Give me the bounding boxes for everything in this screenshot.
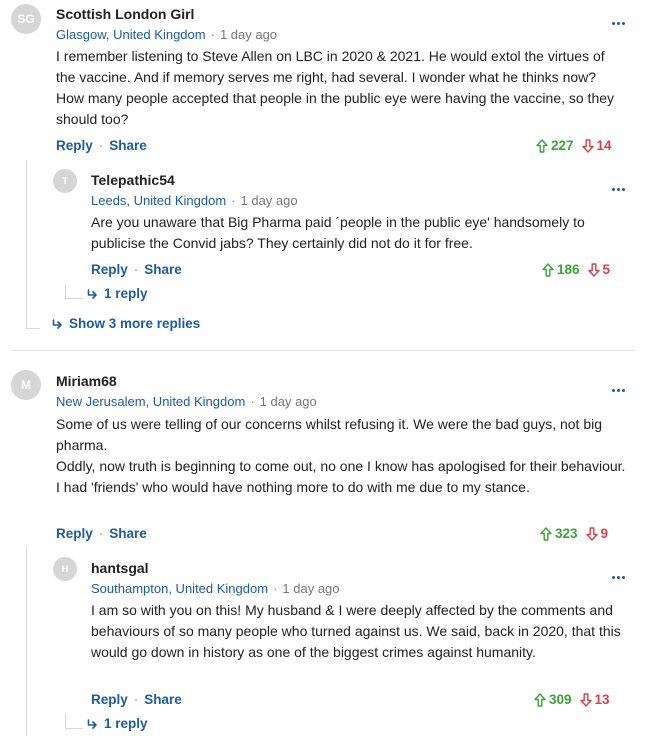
commenter-name[interactable]: Miriam68 bbox=[56, 373, 117, 389]
comment-time: 1 day ago bbox=[240, 193, 298, 208]
share-button[interactable]: Share bbox=[144, 692, 182, 707]
comment-body: I remember listening to Steve Allen on L… bbox=[56, 46, 626, 130]
upvote-count: 323 bbox=[555, 526, 578, 541]
view-replies-label: 1 reply bbox=[104, 716, 148, 731]
comment-body: I am so with you on this! My husband & I… bbox=[91, 600, 636, 663]
comment-paragraph: Oddly, now truth is beginning to come ou… bbox=[56, 458, 626, 495]
comment-body: Some of us were telling of our concerns … bbox=[56, 414, 626, 498]
reply-arrow-icon bbox=[87, 718, 97, 729]
commenter-name[interactable]: Scottish London Girl bbox=[56, 6, 194, 22]
vote-counts: 227 14 bbox=[536, 138, 612, 153]
commenter-location[interactable]: Leeds, United Kingdom bbox=[91, 193, 226, 208]
comment-actions: Reply · Share bbox=[91, 262, 182, 277]
upvote-count: 309 bbox=[549, 692, 572, 707]
more-options-icon[interactable] bbox=[612, 12, 627, 30]
vote-counts: 186 5 bbox=[542, 262, 610, 277]
downvote-count: 13 bbox=[594, 692, 610, 707]
more-options-icon[interactable] bbox=[612, 178, 627, 196]
share-button[interactable]: Share bbox=[144, 262, 182, 277]
arrow-down-icon bbox=[581, 138, 594, 153]
avatar[interactable]: SG bbox=[11, 4, 41, 34]
arrow-down-icon bbox=[587, 262, 600, 277]
vote-counts: 309 13 bbox=[534, 692, 610, 707]
upvote-button[interactable]: 309 bbox=[534, 692, 572, 707]
thread-line bbox=[65, 298, 83, 299]
comment-meta: Glasgow, United Kingdom · 1 day ago bbox=[56, 27, 278, 42]
arrow-down-icon bbox=[585, 526, 598, 541]
view-replies-link[interactable]: 1 reply bbox=[87, 286, 148, 301]
comment-paragraph: I am so with you on this! My husband & I… bbox=[91, 602, 621, 660]
thread-line bbox=[65, 714, 66, 728]
comment-actions: Reply · Share bbox=[56, 526, 147, 541]
commenter-name[interactable]: Telepathic54 bbox=[91, 172, 175, 188]
vote-counts: 323 9 bbox=[540, 526, 608, 541]
arrow-up-icon bbox=[534, 692, 546, 707]
share-button[interactable]: Share bbox=[109, 526, 147, 541]
comment-meta: Southampton, United Kingdom · 1 day ago bbox=[91, 581, 340, 596]
comment-paragraph: I remember listening to Steve Allen on L… bbox=[56, 48, 615, 127]
reply-arrow-icon bbox=[87, 288, 97, 299]
view-replies-link[interactable]: 1 reply bbox=[87, 716, 148, 731]
downvote-count: 9 bbox=[600, 526, 609, 541]
downvote-button[interactable]: 14 bbox=[581, 138, 612, 153]
show-more-replies-link[interactable]: Show 3 more replies bbox=[52, 316, 200, 331]
reply-button[interactable]: Reply bbox=[91, 692, 128, 707]
share-button[interactable]: Share bbox=[109, 138, 147, 153]
more-options-icon[interactable] bbox=[612, 566, 627, 584]
commenter-name[interactable]: hantsgal bbox=[91, 560, 149, 576]
reply-button[interactable]: Reply bbox=[56, 138, 93, 153]
avatar[interactable]: M bbox=[11, 370, 41, 400]
comment-time: 1 day ago bbox=[219, 27, 278, 42]
arrow-up-icon bbox=[542, 262, 554, 277]
thread-line bbox=[26, 548, 27, 736]
commenter-location[interactable]: New Jerusalem, United Kingdom bbox=[56, 394, 245, 409]
comment-meta: Leeds, United Kingdom · 1 day ago bbox=[91, 193, 298, 208]
commenter-location[interactable]: Glasgow, United Kingdom bbox=[56, 27, 206, 42]
arrow-up-icon bbox=[536, 138, 548, 153]
comment-actions: Reply · Share bbox=[91, 692, 182, 707]
upvote-button[interactable]: 227 bbox=[536, 138, 574, 153]
downvote-button[interactable]: 13 bbox=[579, 692, 610, 707]
upvote-count: 186 bbox=[557, 262, 580, 277]
comment-actions: Reply · Share bbox=[56, 138, 147, 153]
avatar[interactable]: T bbox=[53, 169, 77, 193]
upvote-count: 227 bbox=[551, 138, 574, 153]
upvote-button[interactable]: 323 bbox=[540, 526, 578, 541]
comment-time: 1 day ago bbox=[259, 394, 317, 409]
downvote-count: 5 bbox=[602, 262, 611, 277]
downvote-button[interactable]: 9 bbox=[585, 526, 609, 541]
view-replies-label: 1 reply bbox=[104, 286, 148, 301]
comment-time: 1 day ago bbox=[282, 581, 340, 596]
more-options-icon[interactable] bbox=[612, 379, 627, 397]
arrow-down-icon bbox=[579, 692, 592, 707]
downvote-count: 14 bbox=[596, 138, 612, 153]
commenter-location[interactable]: Southampton, United Kingdom bbox=[91, 581, 268, 596]
downvote-button[interactable]: 5 bbox=[587, 262, 611, 277]
avatar[interactable]: H bbox=[53, 557, 77, 581]
comment-meta: New Jerusalem, United Kingdom · 1 day ago bbox=[56, 394, 317, 409]
comment-body: Are you unaware that Big Pharma paid ´pe… bbox=[91, 212, 626, 254]
thread-divider bbox=[11, 350, 635, 351]
show-more-replies-label: Show 3 more replies bbox=[69, 316, 201, 331]
reply-button[interactable]: Reply bbox=[91, 262, 128, 277]
reply-arrow-icon bbox=[52, 318, 62, 329]
upvote-button[interactable]: 186 bbox=[542, 262, 580, 277]
reply-button[interactable]: Reply bbox=[56, 526, 93, 541]
comment-paragraph: Are you unaware that Big Pharma paid ´pe… bbox=[91, 214, 585, 251]
comment-paragraph: Some of us were telling of our concerns … bbox=[56, 416, 603, 453]
thread-line bbox=[26, 328, 40, 329]
arrow-up-icon bbox=[540, 526, 552, 541]
thread-line bbox=[26, 160, 27, 328]
thread-line bbox=[65, 728, 83, 729]
thread-line bbox=[65, 284, 66, 298]
